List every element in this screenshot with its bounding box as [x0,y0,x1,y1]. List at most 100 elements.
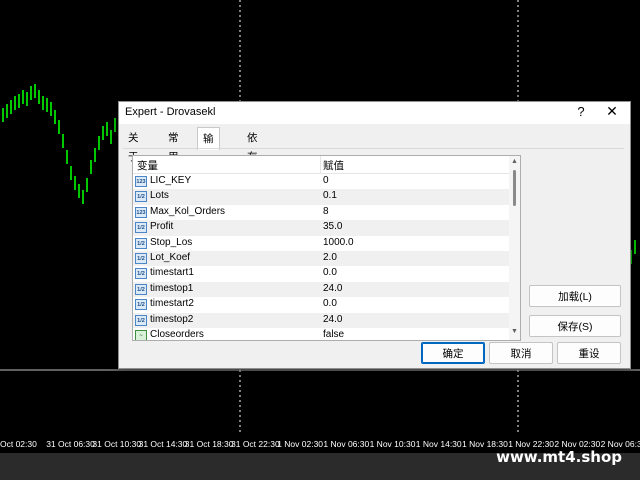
time-axis-label: 31 Oct 18:30 [184,439,234,449]
variable-name: Lot_Koef [150,252,191,263]
variable-name: LIC_KEY [150,175,192,186]
candle [634,240,636,254]
time-axis-label: 31 Oct 22:30 [231,439,280,449]
time-axis-label: 1 Nov 02:30 [277,439,324,449]
variable-name: timestart2 [150,298,194,310]
table-row[interactable]: 1/2 Lot_Koef 2.0 [133,251,509,267]
candle [34,84,36,98]
candle [110,130,112,144]
column-divider [320,156,321,173]
variable-name: timestop2 [150,313,194,325]
save-button[interactable]: 保存(S) [529,315,621,337]
tab-inputs[interactable]: 输入参数 [197,127,220,211]
candle [62,134,64,148]
time-axis-label: 31 Oct 14:30 [138,439,188,449]
candle [42,96,44,110]
variable-value[interactable]: 2.0 [323,252,337,263]
time-axis-label: 1 Nov 06:30 [323,439,370,449]
table-row[interactable]: 1/2 Lots 0.1 [133,189,509,205]
variable-name: Closeorders [150,329,204,340]
candle [26,92,28,106]
candle [78,184,80,198]
double-icon: 1/2 [135,191,147,203]
candle [90,160,92,174]
tab-common[interactable]: 常用 [163,129,184,163]
candle [2,108,4,122]
table-row[interactable]: ~ Closeorders false [133,328,509,340]
double-icon: 1/2 [135,268,147,280]
grid-scrollbar[interactable]: ▲ ▼ [509,156,520,340]
candle [102,126,104,140]
dialog-title: Expert - Drovasekl [125,106,216,118]
candle [106,122,108,136]
variable-value[interactable]: 35.0 [323,221,342,232]
candle [70,166,72,180]
candle [94,148,96,162]
double-icon: 1/2 [135,237,147,249]
scroll-thumb[interactable] [513,170,516,206]
scroll-up-arrow-icon[interactable]: ▲ [510,158,519,165]
tab-dependencies[interactable]: 依存关系 [242,129,263,201]
candle [74,176,76,190]
close-button[interactable]: ✕ [602,103,622,120]
time-axis-label: 1 Nov 10:30 [369,439,416,449]
candle [22,90,24,104]
variable-value[interactable]: 24.0 [323,283,342,294]
double-icon: 1/2 [135,299,147,311]
double-icon: 1/2 [135,283,147,295]
ok-button[interactable]: 确定 [421,342,485,364]
candle [86,178,88,192]
table-row[interactable]: 1/2 timestart1 0.0 [133,266,509,281]
candle [82,190,84,204]
time-axis-label: Oct 02:30 [0,439,37,449]
variable-name: timestop1 [150,282,194,294]
scroll-down-arrow-icon[interactable]: ▼ [510,328,519,335]
variable-value[interactable]: 8 [323,206,329,217]
integer-icon: 123 [135,176,147,187]
column-header-value[interactable]: 赋值 [323,158,344,173]
candle [54,110,56,124]
inputs-grid[interactable]: 变量 赋值 123 LIC_KEY 0 1/2 Lots 0.1 123 Max_Kol_Or… [132,155,521,341]
table-row[interactable]: 1/2 Profit 35.0 [133,220,509,236]
bool-icon: ~ [135,330,147,340]
table-row[interactable]: 1/2 timestart2 0.0 [133,297,509,312]
candle [98,136,100,150]
candle [114,118,116,132]
candle [14,96,16,110]
load-button[interactable]: 加载(L) [529,285,621,307]
reset-button[interactable]: 重设 [557,342,621,364]
grid-header: 变量 赋值 [133,156,520,174]
candle [10,100,12,114]
variable-value[interactable]: 0.1 [323,190,337,201]
table-row[interactable]: 123 LIC_KEY 0 [133,174,509,189]
variable-value[interactable]: 0.0 [323,267,337,278]
tab-about[interactable]: 关于 [123,129,144,163]
help-button[interactable]: ? [571,104,591,119]
time-axis-label: 1 Nov 14:30 [415,439,462,449]
double-icon: 1/2 [135,222,147,234]
variable-name: Stop_Los [150,236,193,248]
table-row[interactable]: 1/2 timestop1 24.0 [133,281,509,298]
table-row[interactable]: 1/2 Stop_Los 1000.0 [133,236,509,251]
variable-value[interactable]: 0.0 [323,298,337,309]
candle [38,90,40,104]
double-icon: 1/2 [135,253,147,264]
column-header-variable[interactable]: 变量 [137,158,158,173]
variable-value[interactable]: 0 [323,175,329,186]
integer-icon: 123 [135,206,147,218]
variable-value[interactable]: false [323,329,344,340]
dialog-titlebar[interactable]: Expert - Drovasekl ? ✕ [119,102,630,124]
time-axis-label: 31 Oct 10:30 [92,439,142,449]
table-row[interactable]: 123 Max_Kol_Orders 8 [133,205,509,220]
variable-name: Profit [150,221,174,233]
variable-value[interactable]: 1000.0 [323,237,354,248]
variable-name: Lots [150,190,169,202]
candle [66,150,68,164]
expert-properties-dialog: Expert - Drovasekl ? ✕ 关于 常用 输入参数 依存关系 变… [118,101,631,369]
candle [50,102,52,116]
candle [58,120,60,134]
tab-panel-border [123,148,624,149]
table-row[interactable]: 1/2 timestop2 24.0 [133,312,509,328]
cancel-button[interactable]: 取消 [489,342,553,364]
variable-value[interactable]: 24.0 [323,314,342,325]
